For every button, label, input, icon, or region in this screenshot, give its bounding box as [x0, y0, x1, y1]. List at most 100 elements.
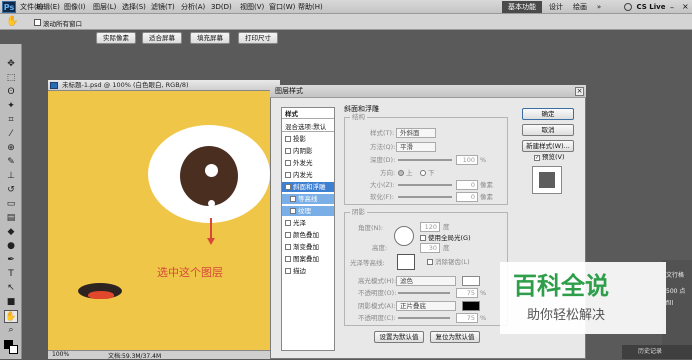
hand-tool-active-icon[interactable]: ✋	[4, 310, 18, 323]
menu-window[interactable]: 窗口(W)	[269, 2, 295, 12]
history-brush-tool-icon[interactable]: ↺	[4, 184, 18, 197]
menu-edit[interactable]: 编辑(E)	[36, 2, 60, 12]
checkbox-gradient-overlay[interactable]	[285, 244, 291, 250]
style-stroke[interactable]: 描边	[282, 266, 334, 276]
altitude-input[interactable]: 30	[420, 243, 440, 253]
style-bevel-emboss[interactable]: 斜面和浮雕	[282, 182, 334, 192]
eraser-tool-icon[interactable]: ▭	[4, 198, 18, 211]
blur-tool-icon[interactable]: ◆	[4, 226, 18, 239]
document-canvas[interactable]	[48, 80, 280, 359]
style-outer-glow[interactable]: 外发光	[282, 158, 334, 168]
style-inner-glow[interactable]: 内发光	[282, 170, 334, 180]
depth-input[interactable]: 100	[456, 155, 478, 165]
style-texture[interactable]: 纹理	[282, 206, 334, 216]
cslive-button[interactable]: CS Live	[636, 1, 666, 13]
workspace-design[interactable]: 设计	[546, 1, 566, 13]
shadow-mode-dropdown[interactable]: 正片叠底	[396, 301, 456, 311]
actual-pixels-button[interactable]: 实际像素	[96, 32, 136, 44]
angle-input[interactable]: 120	[420, 222, 440, 232]
history-panel-tab[interactable]: 历史记录	[622, 345, 692, 359]
direction-down-radio[interactable]	[420, 170, 426, 176]
path-select-tool-icon[interactable]: ↖	[4, 282, 18, 295]
menu-layer[interactable]: 图层(L)	[93, 2, 116, 12]
checkbox-stroke[interactable]	[285, 268, 291, 274]
document-tab[interactable]: 未标题-1.psd @ 100% (白色眼白, RGB/8)	[48, 80, 280, 91]
soften-slider[interactable]	[398, 196, 452, 198]
shadow-opacity-slider[interactable]	[398, 317, 450, 319]
style-dropdown[interactable]: 外斜面	[396, 128, 436, 138]
magic-wand-tool-icon[interactable]: ✦	[4, 100, 18, 113]
zoom-level[interactable]: 100%	[52, 351, 69, 358]
crop-tool-icon[interactable]: ⌗	[4, 114, 18, 127]
size-slider[interactable]	[398, 184, 452, 186]
size-input[interactable]: 0	[456, 180, 478, 190]
menu-analysis[interactable]: 分析(A)	[181, 2, 205, 12]
dodge-tool-icon[interactable]: ●	[4, 240, 18, 253]
style-color-overlay[interactable]: 颜色叠加	[282, 230, 334, 240]
technique-dropdown[interactable]: 平滑	[396, 142, 436, 152]
highlight-opacity-input[interactable]: 75	[456, 288, 478, 298]
move-tool-icon[interactable]: ✥	[4, 58, 18, 71]
menu-filter[interactable]: 滤镜(T)	[151, 2, 175, 12]
checkbox-inner-glow[interactable]	[285, 172, 291, 178]
print-size-button[interactable]: 打印尺寸	[238, 32, 278, 44]
make-default-button[interactable]: 设置为默认值	[374, 331, 424, 343]
lasso-tool-icon[interactable]: ʘ	[4, 86, 18, 99]
checkbox-pattern-overlay[interactable]	[285, 256, 291, 262]
workspace-essentials[interactable]: 基本功能	[502, 1, 542, 13]
fit-screen-button[interactable]: 适合屏幕	[142, 32, 182, 44]
shape-tool-icon[interactable]: ■	[4, 296, 18, 309]
style-drop-shadow[interactable]: 投影	[282, 134, 334, 144]
style-inner-shadow[interactable]: 内阴影	[282, 146, 334, 156]
new-style-button[interactable]: 新建样式(W)...	[522, 140, 574, 152]
shadow-opacity-input[interactable]: 75	[456, 313, 478, 323]
minimize-icon[interactable]: –	[670, 3, 674, 12]
preview-checkbox[interactable]: ✓	[534, 155, 540, 161]
scroll-all-checkbox[interactable]	[34, 19, 41, 26]
style-pattern-overlay[interactable]: 图案叠加	[282, 254, 334, 264]
checkbox-bevel-emboss[interactable]	[285, 184, 291, 190]
global-light-checkbox[interactable]	[420, 235, 426, 241]
highlight-opacity-slider[interactable]	[398, 292, 450, 294]
highlight-color-swatch[interactable]	[462, 276, 480, 286]
pen-tool-icon[interactable]: ✒	[4, 254, 18, 267]
gloss-contour-picker[interactable]	[397, 254, 415, 270]
style-satin[interactable]: 光泽	[282, 218, 334, 228]
ok-button[interactable]: 确定	[522, 108, 574, 120]
checkbox-contour[interactable]	[290, 196, 296, 202]
soften-input[interactable]: 0	[456, 192, 478, 202]
menu-view[interactable]: 视图(V)	[240, 2, 264, 12]
style-contour[interactable]: 等高线	[282, 194, 334, 204]
stamp-tool-icon[interactable]: ⊥	[4, 170, 18, 183]
menu-3d[interactable]: 3D(D)	[211, 2, 232, 12]
brush-tool-icon[interactable]: ✎	[4, 156, 18, 169]
menu-help[interactable]: 帮助(H)	[298, 2, 323, 12]
checkbox-satin[interactable]	[285, 220, 291, 226]
cancel-button[interactable]: 取消	[522, 124, 574, 136]
menu-image[interactable]: 图像(I)	[64, 2, 86, 12]
healing-tool-icon[interactable]: ⊕	[4, 142, 18, 155]
menu-select[interactable]: 选择(S)	[122, 2, 146, 12]
zoom-tool-icon[interactable]: ⌕	[4, 324, 18, 337]
checkbox-color-overlay[interactable]	[285, 232, 291, 238]
shadow-color-swatch[interactable]	[462, 301, 480, 311]
highlight-mode-dropdown[interactable]: 滤色	[396, 276, 456, 286]
marquee-tool-icon[interactable]: ⬚	[4, 72, 18, 85]
gradient-tool-icon[interactable]: ▤	[4, 212, 18, 225]
workspace-painting[interactable]: 绘画	[570, 1, 590, 13]
checkbox-inner-shadow[interactable]	[285, 148, 291, 154]
depth-slider[interactable]	[398, 159, 452, 161]
direction-up-radio[interactable]	[398, 170, 404, 176]
background-color-swatch[interactable]	[9, 345, 18, 354]
workspace-more[interactable]: »	[594, 1, 604, 13]
reset-default-button[interactable]: 复位为默认值	[430, 331, 480, 343]
angle-dial[interactable]	[394, 226, 414, 246]
antialias-checkbox[interactable]	[427, 259, 433, 265]
dialog-close-icon[interactable]: ×	[575, 87, 584, 96]
eyedropper-tool-icon[interactable]: ⁄	[4, 128, 18, 141]
styles-header[interactable]: 样式	[282, 109, 334, 119]
fill-screen-button[interactable]: 填充屏幕	[190, 32, 230, 44]
checkbox-drop-shadow[interactable]	[285, 136, 291, 142]
close-icon[interactable]: ×	[682, 2, 689, 11]
checkbox-texture[interactable]	[290, 208, 296, 214]
